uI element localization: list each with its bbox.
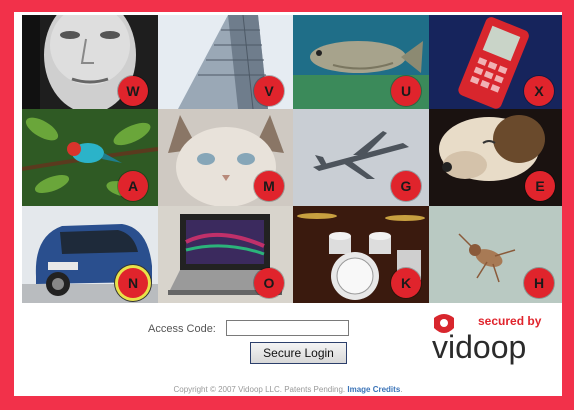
image-tile-skyscraper[interactable]: V — [158, 15, 293, 109]
copyright-text: Copyright © 2007 Vidoop LLC. Patents Pen… — [173, 385, 346, 394]
image-tile-insect[interactable]: H — [429, 206, 562, 303]
page-frame: W V U X A M G E N O K H Access Code: Sec… — [0, 0, 574, 410]
image-tile-man-face[interactable]: W — [22, 15, 158, 109]
image-tile-drum-kit[interactable]: K — [293, 206, 429, 303]
tile-letter-badge: X — [524, 76, 554, 106]
image-tile-fish[interactable]: U — [293, 15, 429, 109]
access-code-label: Access Code: — [148, 323, 216, 335]
login-panel: W V U X A M G E N O K H Access Code: Sec… — [14, 12, 562, 396]
image-tile-fighter-jet[interactable]: G — [293, 109, 429, 206]
secured-by-text: secured by — [478, 314, 542, 328]
tile-letter-badge: G — [391, 171, 421, 201]
vidoop-wordmark: vidoop — [432, 329, 526, 365]
tile-letter-badge: O — [254, 268, 284, 298]
footer: Copyright © 2007 Vidoop LLC. Patents Pen… — [14, 385, 562, 394]
image-tile-bird[interactable]: A — [22, 109, 158, 206]
tile-letter-badge: E — [525, 171, 555, 201]
vidoop-logo: secured by vidoop — [432, 314, 542, 365]
tile-letter-badge-selected: N — [118, 268, 148, 298]
tile-letter-badge: W — [118, 76, 148, 106]
image-credits-link[interactable]: Image Credits — [347, 385, 400, 394]
access-code-input[interactable] — [226, 320, 349, 336]
tile-letter-badge: H — [524, 268, 554, 298]
image-tile-blue-car[interactable]: N — [22, 206, 158, 303]
tile-letter-badge: K — [391, 268, 421, 298]
image-grid: W V U X A M G E N O K H — [22, 15, 562, 303]
image-tile-cat[interactable]: M — [158, 109, 293, 206]
image-tile-dog[interactable]: E — [429, 109, 562, 206]
tile-letter-badge: M — [254, 171, 284, 201]
footer-period: . — [400, 385, 403, 394]
secure-login-button[interactable]: Secure Login — [250, 342, 347, 364]
image-tile-laptop[interactable]: O — [158, 206, 293, 303]
tile-letter-badge: U — [391, 76, 421, 106]
tile-letter-badge: A — [118, 171, 148, 201]
login-area: Access Code: Secure Login secured by vid… — [14, 314, 562, 376]
tile-letter-badge: V — [254, 76, 284, 106]
image-tile-red-phone[interactable]: X — [429, 15, 562, 109]
